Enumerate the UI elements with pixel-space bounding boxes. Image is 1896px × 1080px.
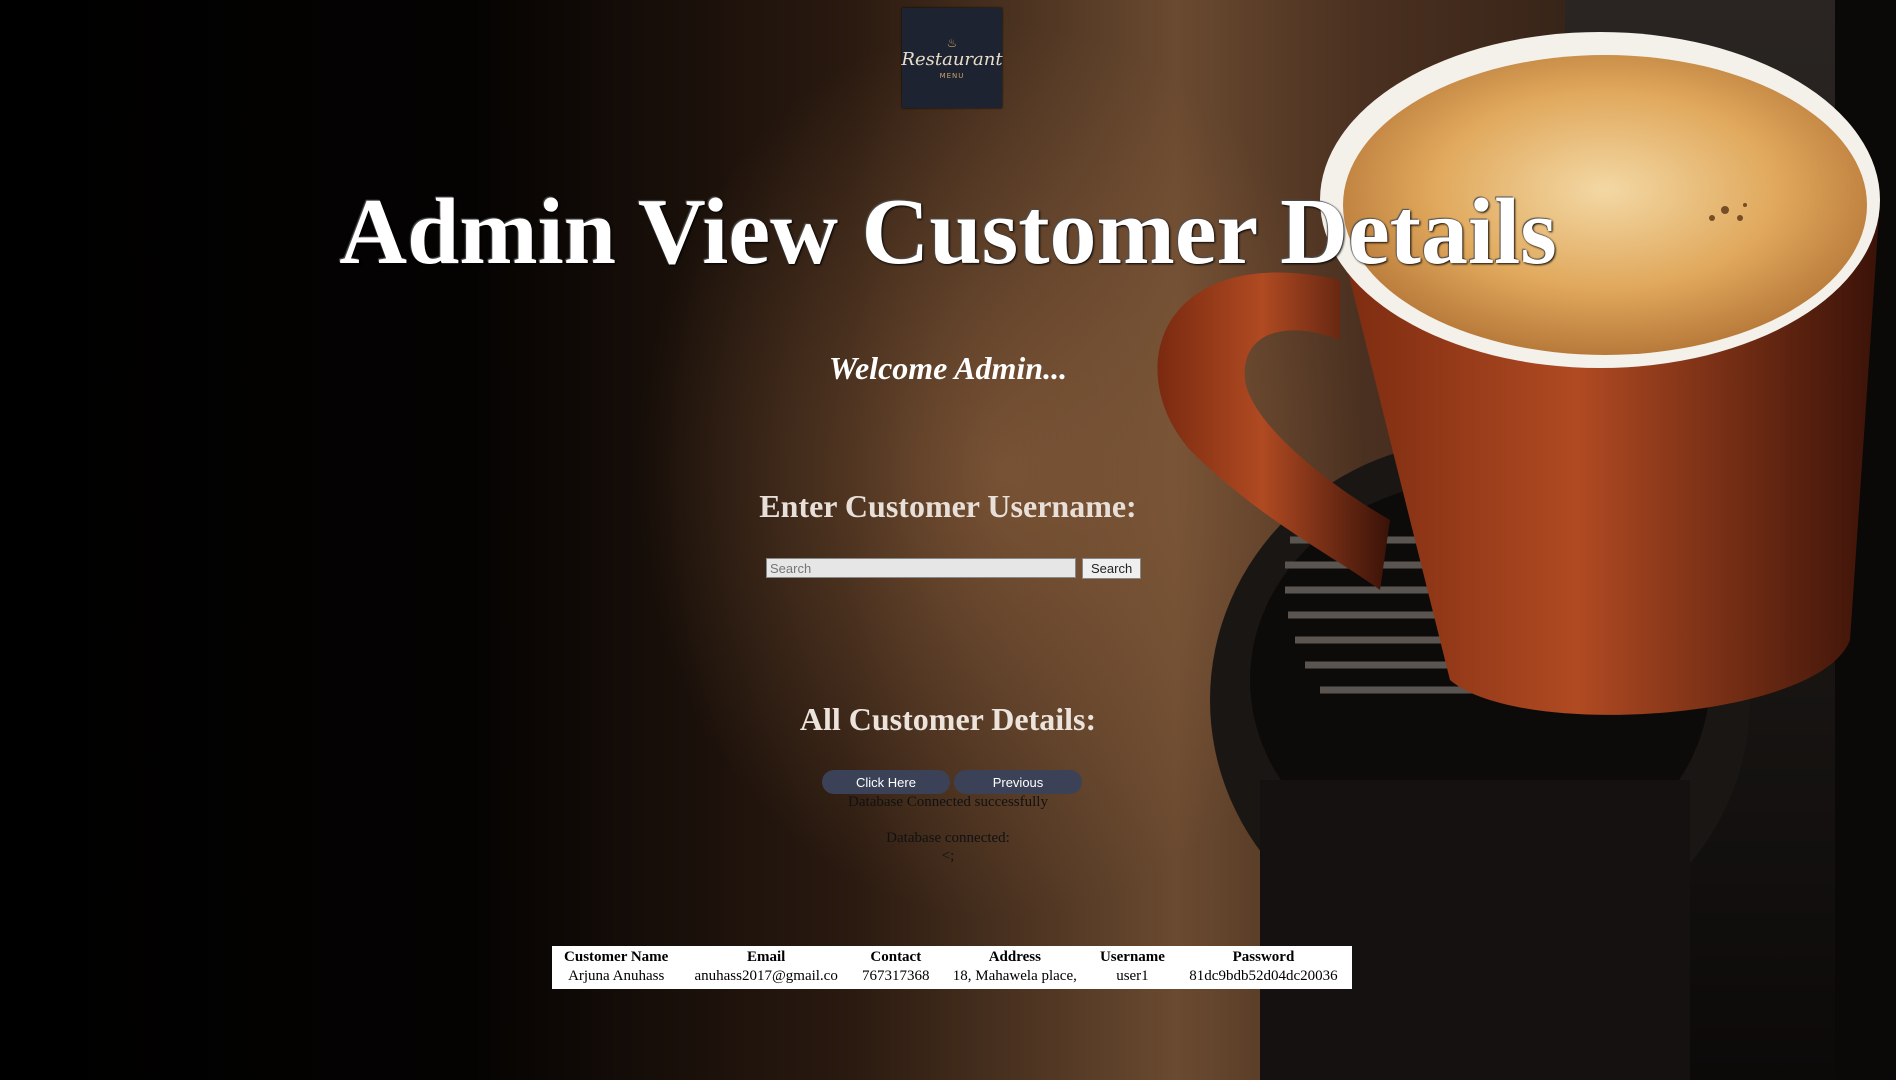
cell-password: 81dc9bdb52d04dc20036 xyxy=(1189,968,1338,984)
customer-actions: Click Here Previous xyxy=(822,770,1082,794)
db-connected-status: Database connected: xyxy=(886,830,1010,846)
col-customer-name: Customer Name xyxy=(564,949,669,965)
search-form: Search xyxy=(766,558,1142,579)
search-input[interactable] xyxy=(766,558,1076,578)
welcome-message: Welcome Admin... xyxy=(828,350,1068,386)
all-customers-heading: All Customer Details: xyxy=(799,701,1097,737)
logo-small-text: MENU xyxy=(939,71,965,80)
steam-icon: ♨ xyxy=(946,35,958,50)
col-email: Email xyxy=(746,949,786,965)
previous-button[interactable]: Previous xyxy=(954,770,1082,794)
cell-contact: 767317368 xyxy=(862,968,930,984)
col-contact: Contact xyxy=(870,949,922,965)
cell-address: 18, Mahawela place, xyxy=(952,968,1077,984)
click-here-button[interactable]: Click Here xyxy=(822,770,950,794)
table-row: Arjuna Anuhass anuhass2017@gmail.co 7673… xyxy=(552,967,1352,989)
col-address: Address xyxy=(988,949,1041,965)
cell-email: anuhass2017@gmail.co xyxy=(694,968,838,984)
db-success-status: Database Connected successfully xyxy=(848,794,1048,810)
cell-username: user1 xyxy=(1116,968,1149,984)
search-button[interactable]: Search xyxy=(1082,558,1142,579)
stray-output-text: <; xyxy=(941,848,955,864)
logo-script-text: Restaurant xyxy=(901,48,1003,70)
table-header-row: Customer Name Email Contact Address User… xyxy=(552,946,1352,967)
page: ♨ Restaurant MENU Admin View Customer De… xyxy=(0,0,1896,1080)
col-username: Username xyxy=(1099,949,1165,965)
page-title: Admin View Customer Details xyxy=(339,180,1557,284)
cell-customer-name: Arjuna Anuhass xyxy=(568,968,665,984)
customer-table: Customer Name Email Contact Address User… xyxy=(552,946,1352,989)
col-password: Password xyxy=(1232,949,1295,965)
restaurant-logo: ♨ Restaurant MENU xyxy=(901,8,1003,108)
search-heading: Enter Customer Username: xyxy=(759,488,1137,524)
